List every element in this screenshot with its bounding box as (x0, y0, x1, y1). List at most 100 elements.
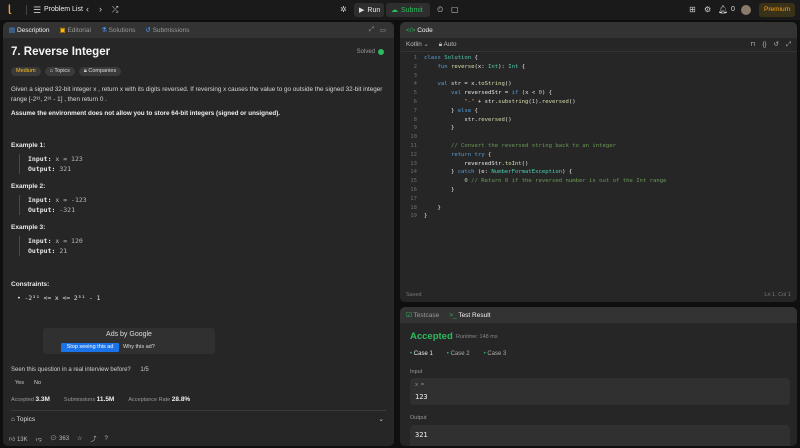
description-tabbar: ▤ Description ▣ Editorial ⚗ Solutions ↺ … (3, 22, 394, 38)
code-panel: </> Code Kotlin ⌄ 🔒︎ Auto ⊓ {} ↺ ⤢ 1 clas… (400, 22, 797, 302)
case-tabs: • Case 1 • Case 2 • Case 3 (410, 351, 506, 357)
chevron-down-icon: ⌄ (378, 416, 384, 423)
comments-button[interactable]: 💬︎ 363 (50, 435, 69, 442)
upload-icon: ☁ (391, 7, 398, 14)
bookmark-icon[interactable]: ⊓ (751, 41, 756, 49)
seen-question: Seen this question in a real interview b… (11, 367, 149, 373)
companies-chip[interactable]: 🔒︎ Companies (78, 67, 122, 76)
submit-button[interactable]: ☁ Submit (386, 3, 430, 17)
share-icon[interactable]: ⤴ (90, 434, 96, 443)
format-icon[interactable]: {} (762, 41, 766, 49)
help-icon[interactable]: ? (104, 436, 107, 442)
prev-problem-icon[interactable]: ‹ (86, 4, 89, 14)
constraints-title: Constraints: (11, 281, 50, 288)
saved-status: Saved (406, 292, 422, 298)
top-bar: ɭ ☰ Problem List ‹ › ⤮ ✲ ▶ Run ☁ Submit … (0, 0, 800, 20)
code-line: 16 } (410, 186, 455, 193)
code-line: 19} (410, 213, 428, 220)
debug-icon[interactable]: ✲ (340, 5, 347, 14)
output-label: Output (410, 415, 427, 421)
tab-code[interactable]: </> Code (406, 27, 433, 34)
tab-submissions[interactable]: ↺ Submissions (145, 26, 189, 34)
collapse-icon[interactable]: ▭ (380, 26, 386, 34)
tab-solutions[interactable]: ⚗ Solutions (101, 26, 135, 34)
checkbox-icon: ☑ (406, 312, 412, 319)
ad-title: Ads by Google (106, 331, 152, 338)
settings-icon[interactable]: ⚙ (704, 5, 711, 14)
output-value: 321 (415, 431, 428, 439)
fullscreen-icon[interactable]: ⤢ (786, 41, 791, 49)
lock-icon: 🔒︎ (438, 40, 443, 48)
code-editor[interactable]: 1 class Solution { 2 fun reverse(x: Int):… (400, 54, 797, 221)
code-line: 14 } catch (e: NumberFormatException) { (410, 169, 573, 176)
code-line: 9 } (413, 125, 455, 132)
example-2: Example 2: Input: x = -123 Output: -321 (11, 183, 87, 215)
tab-editorial[interactable]: ▣ Editorial (59, 26, 90, 34)
editor-toolbar: Kotlin ⌄ 🔒︎ Auto ⊓ {} ↺ ⤢ (400, 38, 797, 52)
code-line: 17 (410, 195, 417, 202)
cursor-position: Ln 1, Col 1 (764, 292, 791, 298)
run-button[interactable]: ▶ Run (354, 3, 384, 17)
code-line: 8 str.reversed() (413, 116, 512, 123)
stop-ad-button[interactable]: Stop seeing this ad (61, 343, 119, 352)
code-tabbar: </> Code (400, 22, 797, 38)
difficulty-badge: Medium (11, 67, 41, 76)
footer-actions: 👍︎ 13K 👎︎ 💬︎ 363 ☆ ⤴ ? (3, 431, 394, 446)
case-tab-1[interactable]: • Case 1 (410, 351, 433, 357)
topics-section[interactable]: ⌂ Topics ⌄ (11, 416, 386, 423)
note-icon[interactable]: ▢ (451, 5, 459, 14)
shuffle-icon[interactable]: ⤮ (112, 5, 118, 15)
notification-icon[interactable]: 🔔︎ (718, 5, 728, 14)
divider (26, 5, 27, 15)
why-ad-link[interactable]: Why this ad? (123, 344, 155, 350)
premium-button[interactable]: Premium (759, 3, 795, 17)
tag-row: Medium ⌂ Topics 🔒︎ Companies (11, 67, 122, 76)
avatar[interactable] (741, 5, 751, 15)
problem-description: Given a signed 32-bit integer x , return… (11, 86, 383, 103)
notification-count: 0 (731, 6, 735, 13)
code-line: 4 val str = x.toString() (413, 81, 512, 88)
tag-icon: ⌂ (49, 68, 53, 74)
comment-icon: 💬︎ (49, 436, 58, 442)
tab-description[interactable]: ▤ Description (9, 26, 49, 34)
code-line: 5 val reversedStr = if (x < 0) { (413, 90, 553, 97)
tab-test-result[interactable]: >_ Test Result (449, 312, 490, 319)
solved-check-icon (378, 49, 384, 55)
case-tab-3[interactable]: • Case 3 (484, 351, 507, 357)
reset-icon[interactable]: ↺ (774, 41, 779, 49)
problem-list-link[interactable]: Problem List (44, 6, 83, 13)
topics-chip[interactable]: ⌂ Topics (44, 67, 75, 76)
star-icon[interactable]: ☆ (77, 435, 82, 442)
no-button[interactable]: No (34, 380, 41, 386)
assumption-note: Assume the environment does not allow yo… (11, 110, 281, 117)
case-tab-2[interactable]: • Case 2 (447, 351, 470, 357)
submit-label: Submit (401, 6, 423, 14)
code-icon: </> (406, 26, 416, 34)
tab-testcase[interactable]: ☑ Testcase (406, 311, 439, 319)
thumbs-up-icon: 👍︎ (9, 436, 16, 443)
stats-row: Accepted 3.3M Submissions 11.5M Acceptan… (11, 396, 191, 403)
next-problem-icon[interactable]: › (99, 4, 102, 14)
leetcode-logo-icon[interactable]: ɭ (8, 4, 19, 16)
code-line: 6 "-" + str.substring(1).reversed() (413, 98, 576, 105)
result-tabbar: ☑ Testcase >_ Test Result (400, 307, 797, 323)
input-box: x = 123 (410, 378, 790, 405)
tag-icon: ⌂ (11, 416, 15, 423)
result-status: Accepted (410, 331, 453, 342)
description-panel: ▤ Description ▣ Editorial ⚗ Solutions ↺ … (3, 22, 394, 446)
layout-icon[interactable]: ⊞ (689, 5, 696, 14)
timer-icon[interactable]: ⏲ (437, 5, 443, 15)
page-title: 7. Reverse Integer (11, 46, 111, 58)
auto-mode[interactable]: 🔒︎ Auto (439, 41, 457, 49)
yes-button[interactable]: Yes (15, 380, 24, 386)
result-panel: ☑ Testcase >_ Test Result Accepted Runti… (400, 307, 797, 446)
like-button[interactable]: 👍︎ 13K (9, 435, 28, 443)
maximize-icon[interactable]: ⤢ (369, 26, 374, 34)
dislike-button[interactable]: 👎︎ (36, 435, 42, 443)
input-label: Input (410, 369, 423, 375)
language-select[interactable]: Kotlin ⌄ (406, 41, 429, 48)
code-line: 2 fun reverse(x: Int): Int { (413, 63, 526, 70)
thumbs-down-icon: 👎︎ (35, 436, 42, 443)
stats-divider (11, 410, 386, 411)
list-icon[interactable]: ☰ (33, 5, 41, 16)
